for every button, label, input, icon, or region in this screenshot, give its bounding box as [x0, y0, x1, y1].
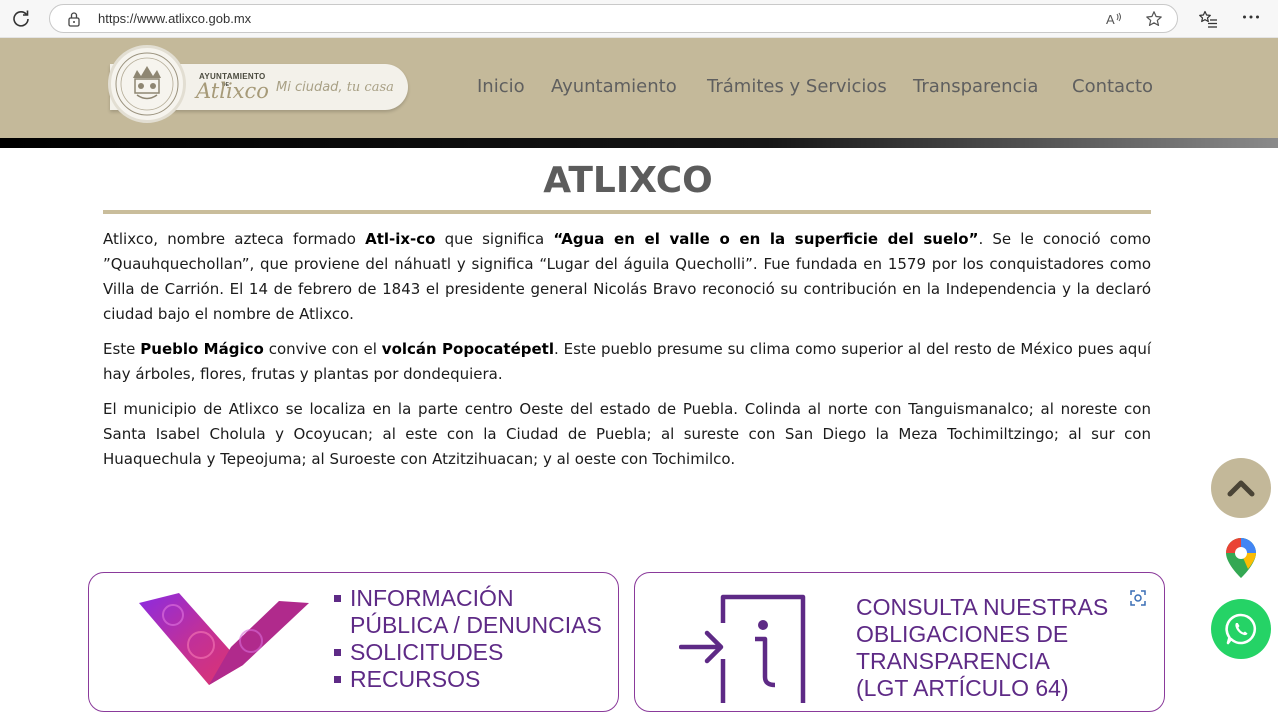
- p1-text-1: Atlixco, nombre azteca formado: [103, 230, 366, 248]
- paragraph-location: El municipio de Atlixco se localiza en l…: [103, 400, 1151, 468]
- svg-text:A: A: [1106, 12, 1115, 27]
- whatsapp-button[interactable]: [1211, 599, 1271, 659]
- card-left-line-2: PÚBLICA / DENUNCIAS: [350, 612, 602, 638]
- card-right-line-1: CONSULTA NUESTRAS: [856, 594, 1109, 620]
- logo-city-name: Atlixco: [196, 79, 269, 103]
- url-text[interactable]: https://www.atlixco.gob.mx: [98, 11, 251, 26]
- card-left-line-4: RECURSOS: [350, 666, 481, 692]
- p2-text-2: convive con el: [263, 340, 382, 358]
- reload-icon[interactable]: [11, 8, 31, 28]
- municipal-seal-icon[interactable]: [108, 45, 186, 123]
- ribbon-graphic-icon: [139, 593, 309, 685]
- p2-bold-1: Pueblo Mágico: [140, 340, 264, 358]
- slogan-script: tu casa: [346, 80, 394, 95]
- visual-search-icon[interactable]: [1126, 586, 1150, 610]
- logo-slogan: Mi ciudad, tu casa: [276, 80, 394, 95]
- favorites-list-icon[interactable]: [1198, 9, 1218, 29]
- p1-bold-2: “Agua en el valle o en la superficie del…: [553, 230, 979, 248]
- favorite-star-icon[interactable]: [1145, 10, 1163, 28]
- nav-transparencia[interactable]: Transparencia: [913, 76, 1038, 100]
- card-obligaciones-transparencia[interactable]: CONSULTA NUESTRAS OBLIGACIONES DE TRANSP…: [634, 572, 1165, 712]
- read-aloud-icon[interactable]: A: [1105, 10, 1123, 28]
- card-right-line-2: OBLIGACIONES DE: [856, 621, 1069, 647]
- whatsapp-icon: [1225, 613, 1257, 645]
- card-right-line-3: TRANSPARENCIA: [856, 648, 1050, 674]
- nav-ayuntamiento[interactable]: Ayuntamiento: [551, 76, 677, 100]
- card-right-line-4: (LGT ARTÍCULO 64): [856, 675, 1069, 701]
- chevron-up-icon: [1227, 480, 1255, 497]
- more-menu-icon[interactable]: [1241, 9, 1261, 29]
- lock-icon[interactable]: [67, 11, 81, 27]
- p1-bold-1: Atl-ix-co: [365, 230, 436, 248]
- paragraph-pueblo-magico: Este Pueblo Mágico convive con el volcán…: [103, 337, 1151, 387]
- bullet-icon: [334, 676, 341, 683]
- google-maps-icon[interactable]: [1222, 536, 1260, 580]
- page-title: ATLIXCO: [543, 160, 713, 201]
- nav-inicio[interactable]: Inicio: [477, 76, 525, 100]
- info-login-icon: [679, 594, 806, 703]
- paragraph-origin: Atlixco, nombre azteca formado Atl-ix-co…: [103, 227, 1151, 327]
- scroll-to-top-button[interactable]: [1211, 458, 1271, 518]
- slogan-plain: Mi ciudad,: [276, 80, 347, 95]
- p1-text-2: que significa: [435, 230, 554, 248]
- p2-bold-2: volcán Popocatépetl: [381, 340, 554, 358]
- bullet-icon: [334, 649, 341, 656]
- bullet-icon: [334, 595, 341, 602]
- card-informacion-publica[interactable]: INFORMACIÓN PÚBLICA / DENUNCIAS SOLICITU…: [88, 572, 619, 712]
- title-underline: [103, 210, 1151, 214]
- address-bar[interactable]: https://www.atlixco.gob.mx A: [49, 4, 1178, 33]
- header-divider-stripe: [0, 138, 1278, 148]
- card-left-line-1: INFORMACIÓN: [350, 585, 514, 611]
- nav-contacto[interactable]: Contacto: [1072, 76, 1153, 100]
- card-left-line-3: SOLICITUDES: [350, 639, 504, 665]
- p2-text-1: Este: [103, 340, 141, 358]
- nav-tramites-servicios[interactable]: Trámites y Servicios: [707, 76, 887, 100]
- browser-toolbar: https://www.atlixco.gob.mx A: [0, 0, 1278, 38]
